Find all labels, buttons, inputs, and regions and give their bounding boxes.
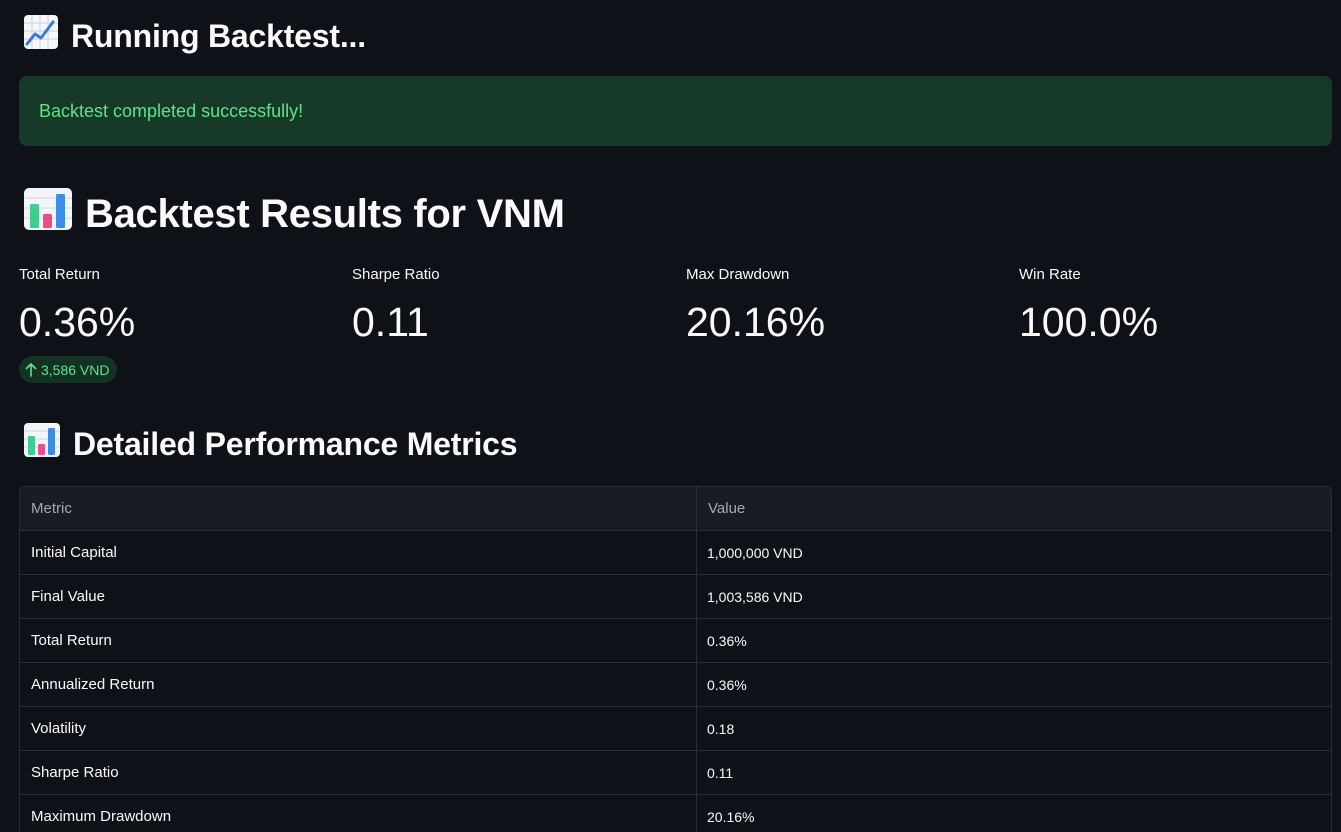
table-row: Maximum Drawdown 20.16% <box>20 794 1331 832</box>
running-backtest-title: Running Backtest... <box>71 17 366 54</box>
metric-label: Max Drawdown <box>686 266 790 283</box>
metric-value: 0.11 <box>352 299 429 345</box>
table-row: Volatility 0.18 <box>20 706 1331 751</box>
table-row: Initial Capital 1,000,000 VND <box>20 530 1331 575</box>
success-alert-message: Backtest completed successfully! <box>39 100 304 121</box>
table-cell-metric[interactable]: Initial Capital <box>20 530 697 575</box>
table-cell-value[interactable]: 1,000,000 VND <box>696 530 1331 575</box>
table-cell-value[interactable]: 0.11 <box>696 750 1331 795</box>
table-cell-value[interactable]: 0.36% <box>696 662 1331 707</box>
table-row: Total Return 0.36% <box>20 618 1331 663</box>
metric-max-drawdown: Max Drawdown 20.16% <box>686 264 1006 344</box>
metric-label: Total Return <box>19 266 100 283</box>
performance-table-grid: Metric Value Initial Capital 1,000,000 V… <box>20 487 1331 832</box>
results-title: Backtest Results for VNM <box>85 191 565 236</box>
table-cell-value[interactable]: 20.16% <box>696 794 1331 832</box>
metric-label: Win Rate <box>1019 266 1081 283</box>
running-backtest-heading: Running Backtest... <box>23 14 366 58</box>
column-header-metric[interactable]: Metric <box>20 487 697 531</box>
metric-label: Sharpe Ratio <box>352 266 440 283</box>
performance-table[interactable]: Metric Value Initial Capital 1,000,000 V… <box>19 486 1332 832</box>
detailed-metrics-heading: Detailed Performance Metrics <box>23 422 518 466</box>
table-cell-metric[interactable]: Maximum Drawdown <box>20 794 697 832</box>
table-cell-metric[interactable]: Volatility <box>20 706 697 751</box>
metric-total-return: Total Return 0.36% <box>19 264 339 344</box>
table-cell-metric[interactable]: Final Value <box>20 574 697 619</box>
app-page: Running Backtest... Backtest completed s… <box>0 0 1341 832</box>
success-alert: Backtest completed successfully! <box>19 76 1332 146</box>
table-cell-metric[interactable]: Annualized Return <box>20 662 697 707</box>
metric-delta-badge: 3,586 VND <box>19 356 118 383</box>
column-header-value[interactable]: Value <box>696 487 1331 531</box>
detailed-metrics-title: Detailed Performance Metrics <box>73 425 518 462</box>
metric-delta-value: 3,586 VND <box>41 361 110 378</box>
table-header-row: Metric Value <box>20 487 1331 531</box>
table-row: Final Value 1,003,586 VND <box>20 574 1331 619</box>
table-cell-value[interactable]: 0.18 <box>696 706 1331 751</box>
metric-value: 0.36% <box>19 299 136 345</box>
table-cell-metric[interactable]: Total Return <box>20 618 697 663</box>
table-cell-metric[interactable]: Sharpe Ratio <box>20 750 697 795</box>
bar-chart-icon <box>23 187 73 241</box>
results-heading: Backtest Results for VNM <box>23 188 565 240</box>
bar-chart-icon <box>23 422 61 466</box>
table-row: Sharpe Ratio 0.11 <box>20 750 1331 795</box>
chart-increasing-icon <box>23 14 59 58</box>
table-cell-value[interactable]: 1,003,586 VND <box>696 574 1331 619</box>
table-row: Annualized Return 0.36% <box>20 662 1331 707</box>
metric-value: 20.16% <box>686 299 826 345</box>
table-cell-value[interactable]: 0.36% <box>696 618 1331 663</box>
arrow-up-icon <box>25 362 37 377</box>
metric-value: 100.0% <box>1019 299 1159 345</box>
metric-sharpe-ratio: Sharpe Ratio 0.11 <box>352 264 672 344</box>
metric-win-rate: Win Rate 100.0% <box>1019 264 1339 344</box>
